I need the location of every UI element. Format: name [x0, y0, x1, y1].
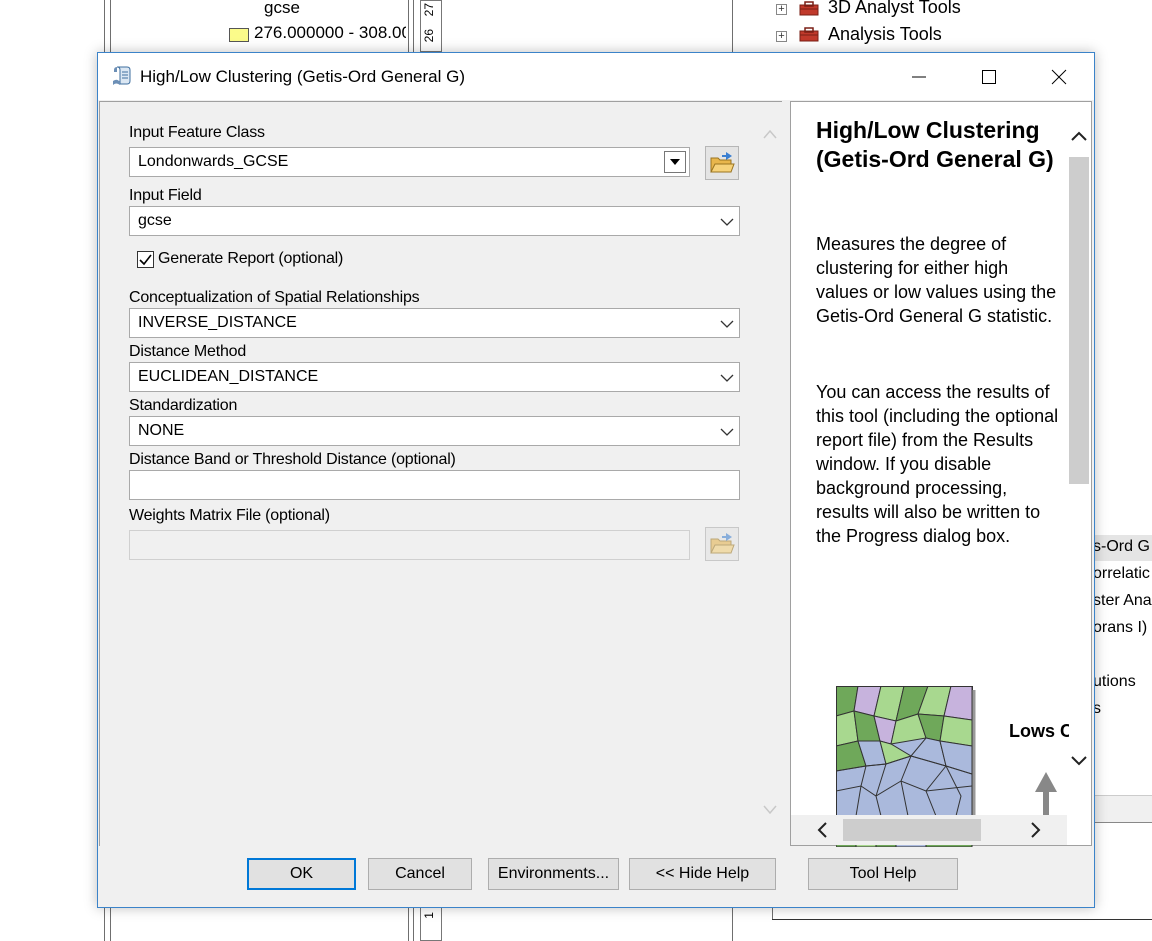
- title-bar: High/Low Clustering (Getis-Ord General G…: [98, 53, 1094, 100]
- checkmark-icon: [139, 254, 152, 266]
- generate-report-checkbox[interactable]: [137, 251, 154, 268]
- tree-item-partial[interactable]: s-Ord G: [1093, 538, 1150, 556]
- tree-item-partial[interactable]: orans I): [1093, 619, 1147, 637]
- toolbox-icon: [799, 27, 819, 42]
- dialog-title: High/Low Clustering (Getis-Ord General G…: [140, 67, 466, 86]
- expand-icon[interactable]: +: [776, 4, 787, 15]
- browse-feature-class-button[interactable]: [705, 146, 739, 180]
- help-scroll-thumb[interactable]: [1069, 157, 1089, 484]
- environments-button[interactable]: Environments...: [488, 858, 619, 890]
- minimize-icon: [912, 76, 926, 78]
- distance-band-input[interactable]: [129, 470, 740, 500]
- ruler-label: 26: [422, 29, 436, 43]
- scroll-down-icon[interactable]: [762, 804, 778, 816]
- illustration-label: Lows Clust: [1009, 721, 1069, 741]
- close-icon: [1051, 69, 1067, 85]
- tool-help-button[interactable]: Tool Help: [808, 858, 958, 890]
- input-feature-class-value: Londonwards_GCSE: [138, 153, 289, 170]
- legend-range-label: 276.000000 - 308.00: [254, 23, 406, 42]
- conceptualization-value: INVERSE_DISTANCE: [138, 314, 297, 331]
- open-folder-icon: [710, 533, 735, 554]
- help-pane: High/Low Clustering (Getis-Ord General G…: [790, 101, 1092, 847]
- ruler-label: 27: [422, 3, 436, 17]
- tree-item-partial[interactable]: utions: [1093, 673, 1136, 691]
- weights-matrix-input: [129, 530, 690, 560]
- ok-button[interactable]: OK: [247, 858, 356, 890]
- distance-method-select[interactable]: EUCLIDEAN_DISTANCE: [129, 362, 740, 392]
- help-paragraph: You can access the results of this tool …: [816, 382, 1059, 546]
- scroll-left-icon[interactable]: [815, 821, 831, 839]
- tree-item-partial[interactable]: orrelatic: [1093, 565, 1150, 583]
- clustering-illustration: [836, 686, 976, 821]
- ruler-segment: 1: [420, 907, 442, 941]
- maximize-icon: [982, 70, 996, 84]
- input-feature-class-label: Input Feature Class: [129, 124, 265, 141]
- open-folder-icon: [710, 152, 735, 173]
- standardization-value: NONE: [138, 422, 185, 439]
- conceptualization-label: Conceptualization of Spatial Relationshi…: [129, 289, 420, 306]
- input-field-label: Input Field: [129, 187, 202, 204]
- input-field-select[interactable]: gcse: [129, 206, 740, 236]
- expand-icon[interactable]: +: [776, 31, 787, 42]
- legend-field-name: gcse: [264, 0, 300, 17]
- input-feature-class-combo[interactable]: Londonwards_GCSE: [129, 147, 690, 177]
- input-field-value: gcse: [138, 212, 172, 229]
- dropdown-arrow-icon: [670, 159, 680, 165]
- tree-item-partial[interactable]: ster Ana: [1093, 592, 1152, 610]
- toolbox-icon: [799, 1, 819, 16]
- distance-method-label: Distance Method: [129, 343, 247, 360]
- help-title: High/Low Clustering (Getis-Ord General G…: [816, 117, 1054, 172]
- scroll-up-icon[interactable]: [762, 128, 778, 140]
- browse-weights-button: [705, 527, 739, 561]
- standardization-label: Standardization: [129, 397, 238, 414]
- ruler-label: 1: [422, 912, 436, 919]
- distance-band-label: Distance Band or Threshold Distance (opt…: [129, 451, 456, 468]
- hide-help-button[interactable]: << Hide Help: [629, 858, 776, 890]
- cancel-button[interactable]: Cancel: [368, 858, 472, 890]
- conceptualization-select[interactable]: INVERSE_DISTANCE: [129, 308, 740, 338]
- ruler-segment: 27 26: [420, 0, 442, 52]
- dropdown-button[interactable]: [664, 151, 686, 173]
- toolbox-label[interactable]: 3D Analyst Tools: [828, 0, 961, 18]
- scroll-right-icon[interactable]: [1027, 821, 1043, 839]
- parameters-pane: Input Feature Class Londonwards_GCSE Inp…: [99, 101, 782, 846]
- chevron-down-icon: [720, 320, 734, 328]
- bg-scrollbar: [1093, 795, 1152, 823]
- generate-report-label[interactable]: Generate Report (optional): [158, 250, 343, 268]
- close-button[interactable]: [1024, 53, 1094, 100]
- chevron-down-icon: [720, 218, 734, 226]
- weights-matrix-label: Weights Matrix File (optional): [129, 507, 330, 524]
- script-tool-icon: [113, 66, 131, 85]
- legend-swatch: [229, 28, 249, 42]
- chevron-down-icon: [720, 374, 734, 382]
- bg-divider: [772, 919, 1152, 920]
- help-paragraph: Measures the degree of clustering for ei…: [816, 234, 1057, 326]
- tool-dialog: High/Low Clustering (Getis-Ord General G…: [97, 52, 1095, 908]
- standardization-select[interactable]: NONE: [129, 416, 740, 446]
- distance-method-value: EUCLIDEAN_DISTANCE: [138, 368, 319, 385]
- help-hscroll-thumb[interactable]: [843, 819, 981, 841]
- chevron-down-icon: [720, 428, 734, 436]
- minimize-button[interactable]: [884, 53, 954, 100]
- maximize-button[interactable]: [954, 53, 1024, 100]
- toolbox-label[interactable]: Analysis Tools: [828, 24, 942, 45]
